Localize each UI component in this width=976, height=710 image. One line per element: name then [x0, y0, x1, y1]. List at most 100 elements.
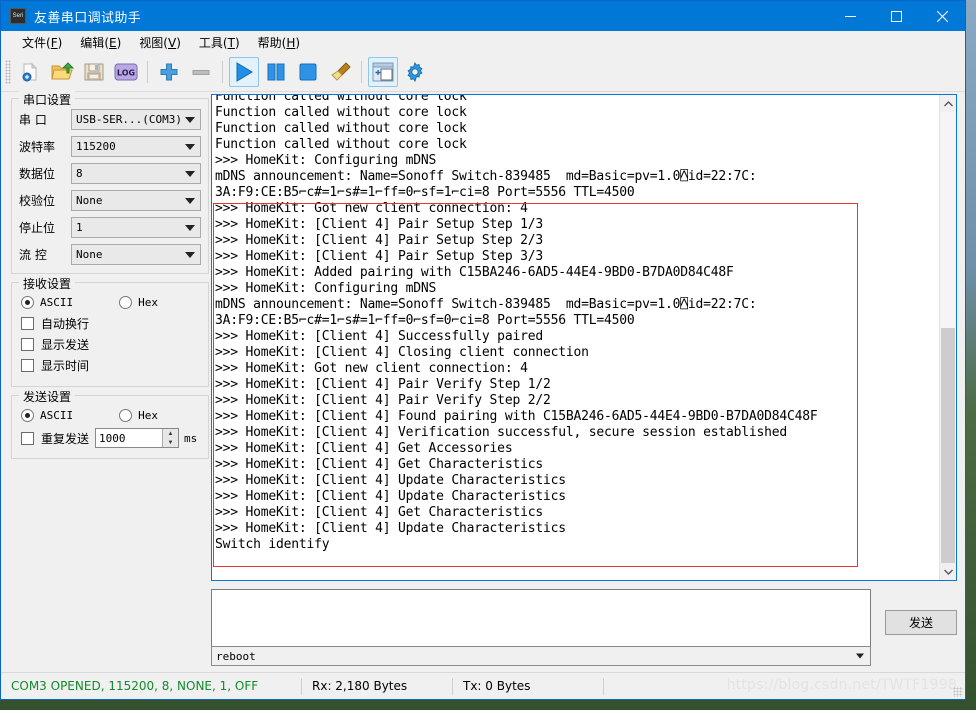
receive-ascii-label: ASCII — [40, 296, 74, 309]
repeat-send-label: 重复发送 — [41, 431, 90, 446]
command-history-combo[interactable]: reboot — [211, 646, 871, 666]
terminal-line: >>> HomeKit: [Client 4] Get Accessories — [215, 441, 513, 456]
menu-view-label: 视图 — [139, 35, 164, 50]
settings-gear-icon[interactable] — [400, 57, 430, 87]
toolbar: LOG — [1, 53, 965, 92]
send-hex-label: Hex — [138, 409, 158, 422]
new-window-icon[interactable] — [368, 57, 398, 87]
flowcontrol-label: 流 控 — [19, 246, 71, 263]
scroll-up-icon[interactable] — [940, 95, 956, 112]
show-time-checkbox[interactable]: 显示时间 — [21, 357, 201, 374]
terminal-line: Function called without core lock — [215, 95, 467, 104]
terminal-line: >>> HomeKit: [Client 4] Found pairing wi… — [215, 409, 818, 424]
scroll-down-icon[interactable] — [940, 563, 956, 580]
save-icon[interactable] — [79, 57, 109, 87]
send-hex-radio[interactable]: Hex — [119, 409, 158, 422]
chevron-down-icon — [185, 197, 195, 204]
databits-row: 数据位 8 — [19, 163, 201, 184]
stepper-buttons[interactable]: ▲ ▼ — [162, 429, 179, 447]
menu-tools[interactable]: 工具(T) — [190, 32, 249, 53]
stopbits-select[interactable]: 1 — [71, 217, 201, 238]
scrollbar-thumb[interactable] — [941, 328, 955, 563]
terminal-output[interactable]: Function called without core lock Functio… — [212, 95, 939, 580]
menu-help-accel: H — [286, 35, 296, 50]
menu-file[interactable]: 文件(F) — [13, 32, 71, 53]
title-bar: Seri 友善串口调试助手 — [1, 1, 965, 31]
serial-app-icon: Seri — [10, 8, 26, 24]
stop-icon[interactable] — [293, 57, 323, 87]
menu-view[interactable]: 视图(V) — [130, 32, 190, 53]
checkbox-icon — [21, 317, 34, 330]
terminal-line: >>> HomeKit: Added pairing with C15BA246… — [215, 265, 734, 280]
terminal-line: >>> HomeKit: [Client 4] Update Character… — [215, 473, 566, 488]
stepper-up-icon[interactable]: ▲ — [163, 429, 178, 438]
log-icon[interactable]: LOG — [111, 57, 141, 87]
tx-bytes: Tx: 0 Bytes — [463, 679, 531, 693]
radio-unselected-icon — [119, 409, 133, 422]
terminal-line: Switch identify — [215, 537, 330, 552]
receive-hex-radio[interactable]: Hex — [119, 296, 158, 309]
terminal-line: >>> HomeKit: [Client 4] Pair Verify Step… — [215, 393, 551, 408]
radio-selected-icon — [21, 409, 34, 422]
remove-icon[interactable] — [186, 57, 216, 87]
toolbar-grip[interactable] — [5, 60, 11, 84]
send-settings-group: 发送设置 ASCII Hex 重复发送 1000 ▲ ▼ ms — [11, 388, 209, 459]
add-icon[interactable] — [154, 57, 184, 87]
open-folder-icon[interactable] — [47, 57, 77, 87]
close-icon[interactable] — [919, 1, 965, 31]
window-controls — [827, 1, 965, 31]
send-ascii-radio[interactable]: ASCII — [21, 409, 73, 422]
repeat-interval-input[interactable] — [96, 429, 163, 447]
new-file-icon[interactable] — [15, 57, 45, 87]
port-label-text: 串 口 — [19, 113, 47, 127]
pause-icon[interactable] — [261, 57, 291, 87]
status-bar: COM3 OPENED, 115200, 8, NONE, 1, OFF Rx:… — [1, 672, 965, 699]
maximize-icon[interactable] — [873, 1, 919, 31]
chevron-down-icon — [185, 170, 195, 177]
main-area: Function called without core lock Functio… — [209, 92, 965, 672]
terminal-line: >>> HomeKit: [Client 4] Get Characterist… — [215, 457, 543, 472]
watermark: https://blog.csdn.net/TWTF1998 — [726, 677, 957, 693]
terminal-line: >>> HomeKit: Configuring mDNS — [215, 281, 437, 296]
terminal-line: >>> HomeKit: [Client 4] Update Character… — [215, 521, 566, 536]
rx-bytes: Rx: 2,180 Bytes — [312, 679, 408, 693]
menu-edit[interactable]: 编辑(E) — [71, 32, 130, 53]
databits-select[interactable]: 8 — [71, 163, 201, 184]
terminal-line: mDNS announcement: Name=Sonoff Switch-83… — [215, 297, 757, 312]
scrollbar-track[interactable] — [940, 112, 956, 563]
port-select[interactable]: USB-SER...(COM3) — [71, 109, 201, 130]
start-icon[interactable] — [229, 57, 259, 87]
resize-grip[interactable] — [953, 687, 963, 697]
repeat-interval-stepper[interactable]: ▲ ▼ — [95, 428, 180, 448]
send-button[interactable]: 发送 — [885, 610, 957, 635]
minimize-icon[interactable] — [827, 1, 873, 31]
baud-select[interactable]: 115200 — [71, 136, 201, 157]
repeat-interval-unit: ms — [184, 431, 198, 445]
show-send-checkbox[interactable]: 显示发送 — [21, 336, 201, 353]
repeat-send-checkbox[interactable]: 重复发送 — [21, 430, 89, 447]
terminal-line: 3A:F9:CE:B5⌐c#=1⌐s#=1⌐ff=0⌐sf=1⌐ci=8 Por… — [215, 185, 635, 200]
receive-ascii-radio[interactable]: ASCII — [21, 296, 73, 309]
port-row: 串 口 USB-SER...(COM3) — [19, 109, 201, 130]
stepper-down-icon[interactable]: ▼ — [163, 438, 178, 447]
stopbits-value: 1 — [76, 221, 83, 234]
menu-edit-label: 编辑 — [80, 35, 105, 50]
sidebar: 串口设置 串 口 USB-SER...(COM3) 波特率 115200 数据位… — [1, 91, 209, 672]
auto-wrap-checkbox[interactable]: 自动换行 — [21, 315, 201, 332]
clear-broom-icon[interactable] — [325, 57, 355, 87]
flowcontrol-select[interactable]: None — [71, 244, 201, 265]
radio-selected-icon — [21, 296, 34, 309]
show-time-label: 显示时间 — [41, 359, 90, 373]
port-settings-group: 串口设置 串 口 USB-SER...(COM3) 波特率 115200 数据位… — [11, 91, 209, 274]
terminal-panel: Function called without core lock Functio… — [211, 94, 957, 581]
parity-select[interactable]: None — [71, 190, 201, 211]
stopbits-row: 停止位 1 — [19, 217, 201, 238]
terminal-line: Function called without core lock — [215, 105, 467, 120]
menu-file-label: 文件 — [22, 35, 47, 50]
send-ascii-label: ASCII — [40, 409, 74, 422]
menu-help[interactable]: 帮助(H) — [249, 32, 309, 53]
databits-label: 数据位 — [19, 167, 56, 181]
baud-value: 115200 — [76, 140, 116, 153]
receive-format-radios: ASCII Hex — [21, 296, 201, 309]
terminal-scrollbar[interactable] — [939, 95, 956, 580]
